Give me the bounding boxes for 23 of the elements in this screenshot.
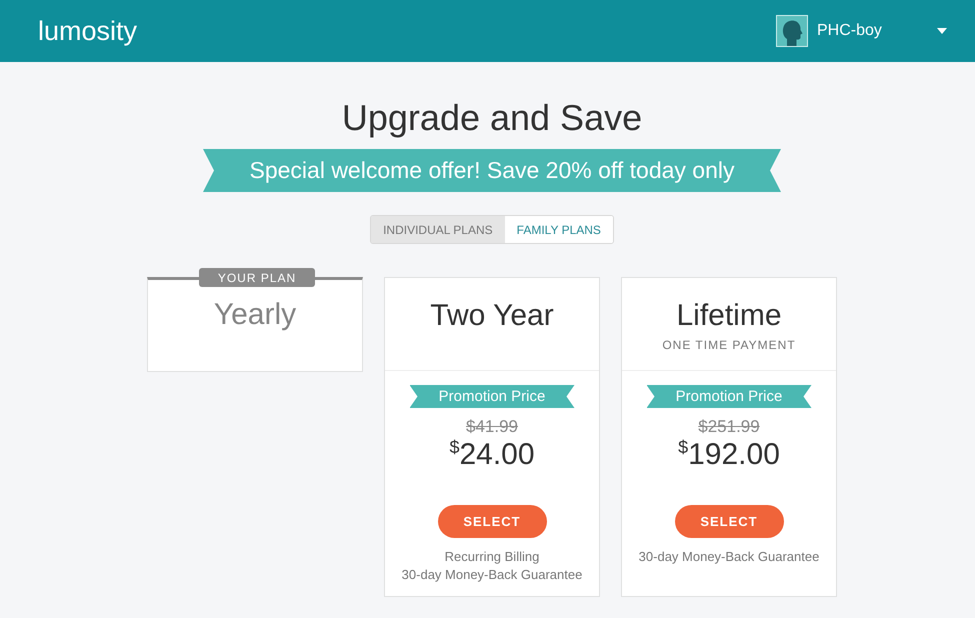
original-price: $41.99: [466, 416, 518, 438]
select-button[interactable]: SELECT: [674, 505, 784, 538]
plan-name: Lifetime: [676, 299, 782, 333]
promotion-price: $^{$}$24.00: [449, 438, 535, 472]
username[interactable]: PHC-boy: [817, 22, 937, 40]
plan-note: 30-day Money-Back Guarantee: [402, 566, 582, 584]
plan-note: Recurring Billing: [444, 548, 540, 566]
promotion-ribbon: Promotion Price: [646, 385, 812, 408]
select-button[interactable]: SELECT: [438, 505, 546, 538]
original-price: $251.99: [698, 416, 760, 438]
plan-note: 30-day Money-Back Guarantee: [638, 548, 820, 566]
promotion-price: $^{$}$192.00: [678, 438, 780, 472]
page-title: Upgrade and Save: [342, 96, 642, 140]
your-plan-badge: YOUR PLAN: [199, 268, 315, 287]
promotion-ribbon: Promotion Price: [410, 385, 574, 408]
caret-icon[interactable]: [937, 28, 947, 34]
avatar-icon: [776, 15, 808, 47]
plan-name: Yearly: [214, 298, 296, 332]
plan-subtitle: ONE TIME PAYMENT: [662, 338, 796, 352]
plan-tab[interactable]: INDIVIDUAL PLANS: [371, 216, 505, 243]
plan-name: Two Year: [430, 299, 554, 333]
offer-banner: Special welcome offer! Save 20% off today only: [203, 149, 781, 192]
logo[interactable]: lumosity: [38, 16, 138, 46]
